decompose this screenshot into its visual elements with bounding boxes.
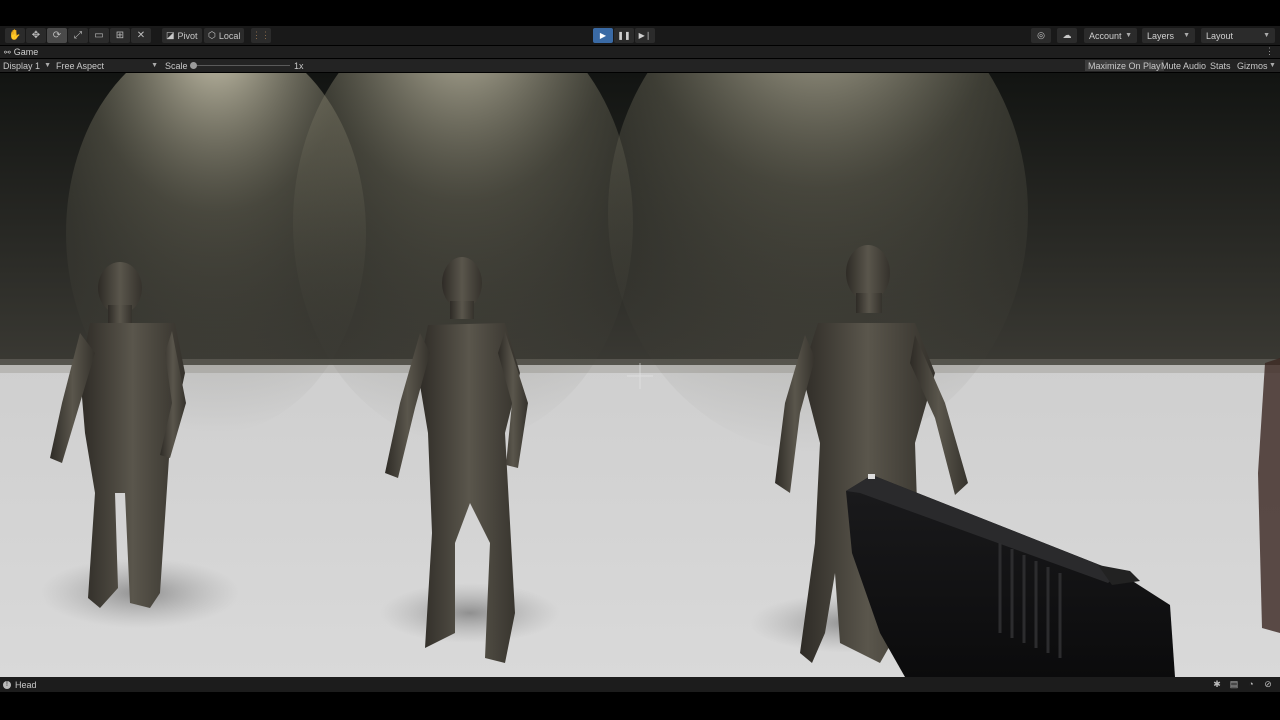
debug-icon[interactable]: ✱ (1211, 678, 1223, 690)
chevron-down-icon[interactable]: ▼ (1269, 59, 1276, 72)
custom-tool-icon[interactable]: ✕ (131, 28, 151, 43)
tab-menu-icon[interactable]: ⋮ (1265, 46, 1274, 57)
status-bar: ! Head ✱ ▤ ◔ ⊘ (0, 677, 1280, 692)
maximize-on-play-toggle[interactable]: Maximize On Play (1085, 60, 1164, 71)
mute-audio-toggle[interactable]: Mute Audio (1158, 60, 1209, 71)
pivot-icon: ◪ (166, 30, 175, 40)
status-message-text: Head (15, 679, 37, 690)
scale-label: Scale (165, 60, 188, 71)
services-icon: ◎ (1037, 30, 1045, 40)
layout-label: Layout (1206, 30, 1234, 41)
play-controls: ▶ ❚❚ ▶❘ (593, 28, 655, 43)
local-toggle[interactable]: ⬡ Local (204, 28, 245, 43)
main-toolbar: ✋ ✥ ⟳ ⤢ ▭ ⊞ ✕ ◪ Pivot ⬡ Local ⋮⋮ ▶ ❚❚ ▶❘… (0, 26, 1280, 45)
pause-icon: ❚❚ (617, 31, 631, 40)
rect-tool-icon[interactable]: ▭ (89, 28, 109, 43)
scale-slider-knob[interactable] (190, 62, 197, 69)
stack-icon[interactable]: ▤ (1228, 678, 1240, 690)
status-message[interactable]: ! Head (3, 677, 37, 692)
pivot-toggle[interactable]: ◪ Pivot (162, 28, 202, 43)
account-dropdown[interactable]: Account ▼ (1084, 28, 1137, 43)
tab-game-label: Game (13, 47, 39, 57)
grid-snap-button[interactable]: ⋮⋮ (251, 28, 271, 43)
aspect-dropdown[interactable]: Free Aspect ▼ (56, 59, 158, 72)
game-viewport[interactable] (0, 73, 1280, 677)
gizmos-toggle[interactable]: Gizmos (1234, 60, 1271, 71)
chevron-down-icon: ▼ (44, 62, 51, 69)
rotate-tool-icon[interactable]: ⟳ (47, 28, 67, 43)
settings-icon[interactable]: ⊘ (1262, 678, 1274, 690)
chevron-down-icon: ▼ (1183, 32, 1190, 39)
game-scene (0, 73, 1280, 677)
display-dropdown[interactable]: Display 1 ▼ (3, 59, 51, 72)
step-icon: ▶❘ (638, 31, 652, 40)
info-icon: ! (3, 680, 11, 689)
account-label: Account (1089, 30, 1122, 41)
layers-label: Layers (1147, 30, 1175, 41)
cloud-button[interactable]: ☁ (1057, 28, 1077, 43)
cloud-icon: ☁ (1062, 30, 1072, 40)
hand-tool-icon[interactable]: ✋ (5, 28, 25, 43)
layout-dropdown[interactable]: Layout ▼ (1201, 28, 1275, 43)
chevron-down-icon: ▼ (151, 62, 158, 69)
scale-slider-track[interactable] (193, 65, 290, 66)
scale-tool-icon[interactable]: ⤢ (68, 28, 88, 43)
step-button[interactable]: ▶❘ (635, 28, 655, 43)
game-view-toolbar: Display 1 ▼ Free Aspect ▼ Scale 1x Maxim… (0, 59, 1280, 72)
tab-bar: ⚯ Game ⋮ (0, 46, 1280, 58)
display-value: Display 1 (3, 60, 41, 71)
profiler-icon[interactable]: ◔ (1245, 678, 1257, 690)
bottom-letterbox (0, 692, 1280, 720)
transform-tool-icon[interactable]: ⊞ (110, 28, 130, 43)
grid-snap-icon: ⋮⋮ (252, 30, 270, 40)
stats-toggle[interactable]: Stats (1207, 60, 1234, 71)
play-icon: ▶ (599, 31, 607, 40)
game-tab-icon: ⚯ (4, 47, 11, 57)
layers-dropdown[interactable]: Layers ▼ (1142, 28, 1195, 43)
transform-tools: ✋ ✥ ⟳ ⤢ ▭ ⊞ ✕ (5, 28, 151, 43)
chevron-down-icon: ▼ (1125, 32, 1132, 39)
local-icon: ⬡ (208, 30, 216, 40)
pivot-label: Pivot (177, 30, 198, 41)
chevron-down-icon: ▼ (1263, 32, 1270, 39)
local-label: Local (218, 30, 241, 41)
pause-button[interactable]: ❚❚ (614, 28, 634, 43)
aspect-value: Free Aspect (56, 60, 105, 71)
scale-value: 1x (294, 60, 304, 71)
top-letterbox (0, 0, 1280, 26)
play-button[interactable]: ▶ (593, 28, 613, 43)
move-tool-icon[interactable]: ✥ (26, 28, 46, 43)
tab-game[interactable]: ⚯ Game (4, 46, 38, 58)
status-icons: ✱ ▤ ◔ ⊘ (1211, 678, 1274, 690)
services-button[interactable]: ◎ (1031, 28, 1051, 43)
